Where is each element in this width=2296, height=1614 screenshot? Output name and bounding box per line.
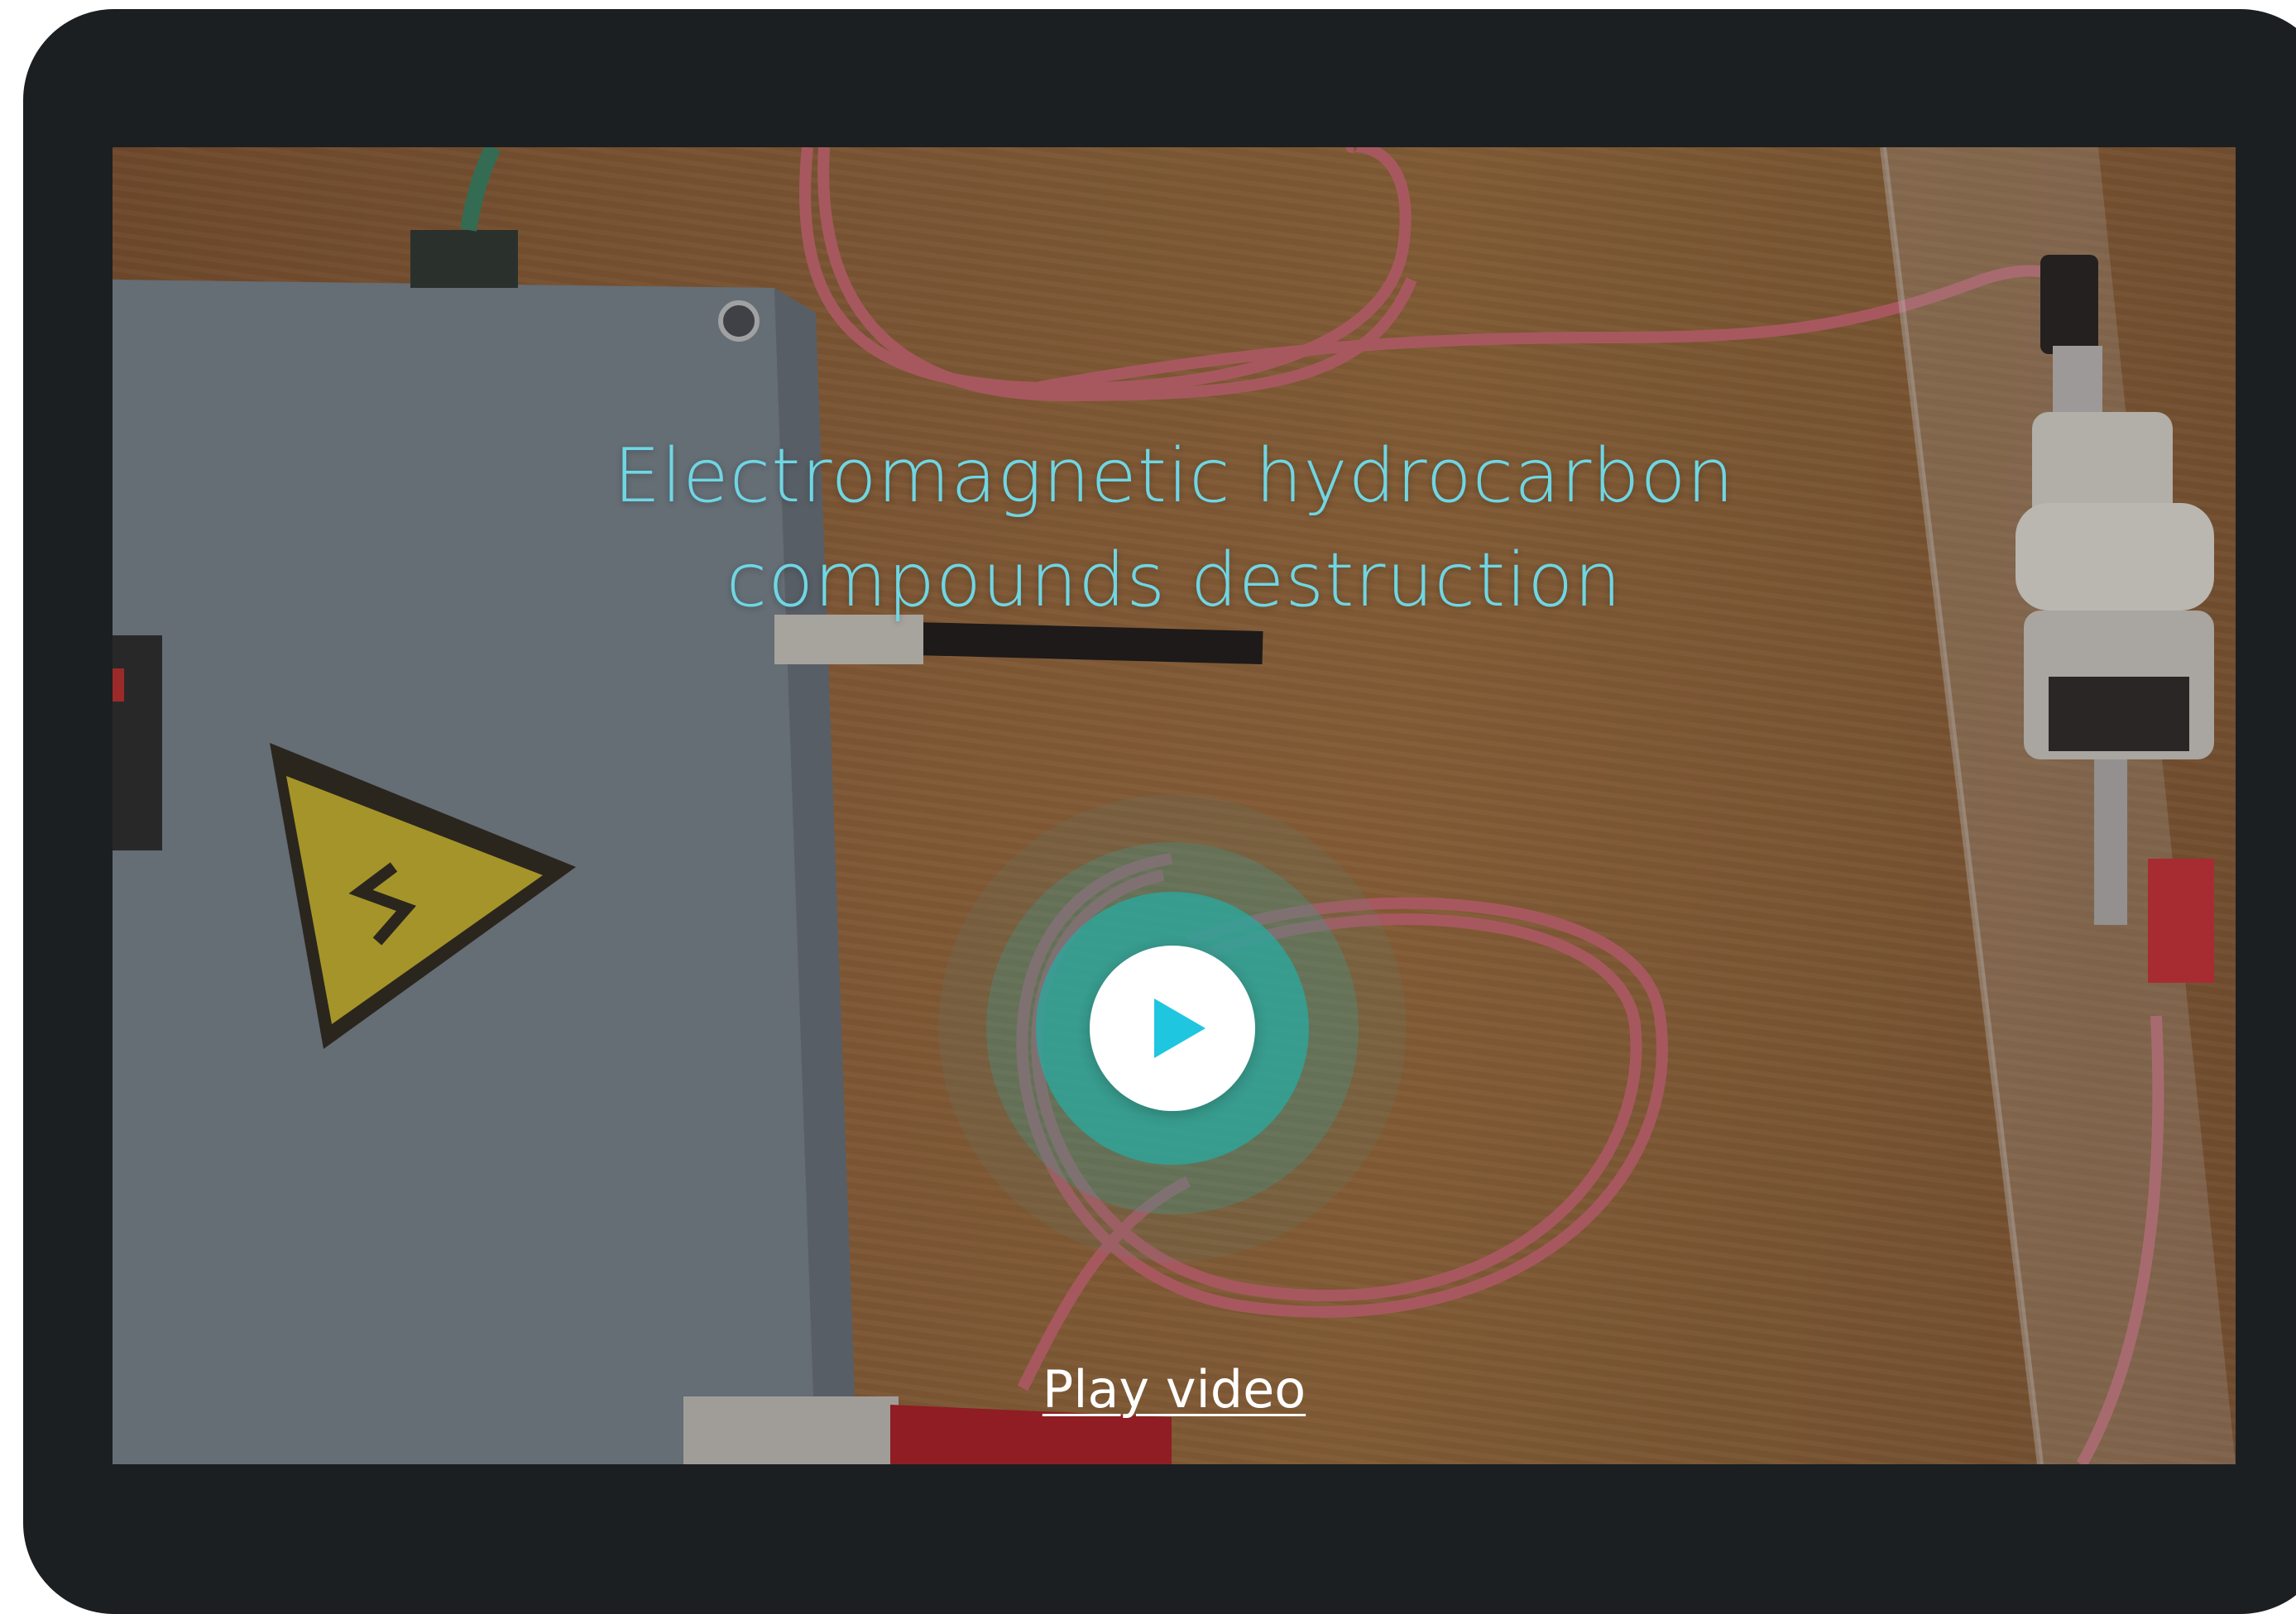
video-title-line-2: compounds destruction bbox=[726, 537, 1623, 624]
video-title-line-1: Electromagnetic hydrocarbon bbox=[613, 433, 1735, 520]
play-button[interactable] bbox=[1090, 946, 1255, 1111]
video-title: Electromagnetic hydrocarbon compounds de… bbox=[113, 424, 2236, 633]
play-video-link[interactable]: Play video bbox=[113, 1359, 2236, 1420]
video-player[interactable]: Electromagnetic hydrocarbon compounds de… bbox=[113, 147, 2236, 1464]
play-icon bbox=[1154, 999, 1206, 1058]
